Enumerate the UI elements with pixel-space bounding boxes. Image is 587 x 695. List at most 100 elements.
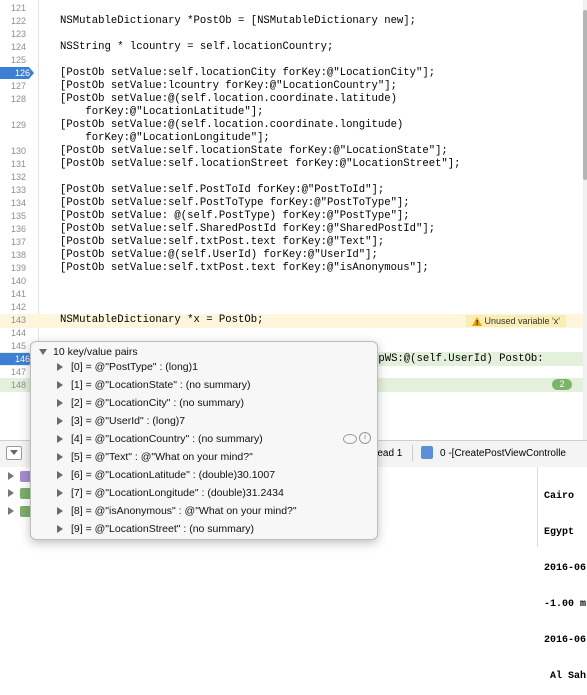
line-number[interactable]: 130 (0, 145, 26, 158)
line-number[interactable]: 133 (0, 184, 26, 197)
disclosure-down-icon[interactable] (39, 349, 47, 356)
line-number[interactable]: 123 (0, 28, 26, 41)
code-line[interactable]: [PostOb setValue:@(self.UserId) forKey:@… (60, 249, 378, 262)
scroll-knob[interactable] (583, 10, 587, 180)
disclosure-icon[interactable] (57, 471, 63, 480)
line-number[interactable]: 136 (0, 223, 26, 236)
warning-icon: ! (472, 317, 482, 327)
code-line[interactable]: [PostOb setValue:self.locationState forK… (60, 145, 448, 158)
frame-label[interactable]: 0 -[CreatePostViewControlle (440, 448, 566, 459)
code-line[interactable]: [PostOb setValue:self.locationCity forKe… (60, 67, 435, 80)
popover-row-text: [5] = @"Text" : @"What on your mind?" (71, 451, 253, 463)
popover-row[interactable]: [4] = @"LocationCountry" : (no summary) (57, 431, 263, 447)
popover-row[interactable]: [0] = @"PostType" : (long)1 (57, 359, 198, 375)
editor-scrollbar[interactable] (583, 0, 587, 440)
code-line[interactable]: [PostOb setValue:lcountry forKey:@"Locat… (60, 80, 397, 93)
line-number[interactable]: 137 (0, 236, 26, 249)
popover-row-text: [7] = @"LocationLongitude" : (double)31.… (71, 487, 284, 499)
code-line[interactable]: forKey:@"LocationLatitude"]; (60, 106, 263, 119)
line-number[interactable]: 122 (0, 15, 26, 28)
line-number[interactable]: 129 (0, 119, 26, 132)
disclosure-icon[interactable] (57, 525, 63, 534)
code-line[interactable]: NSMutableDictionary *PostOb = [NSMutable… (60, 15, 416, 28)
thread-label[interactable]: read 1 (374, 448, 402, 459)
line-number[interactable]: 124 (0, 41, 26, 54)
popover-row-text: [4] = @"LocationCountry" : (no summary) (71, 433, 263, 445)
console-output[interactable]: Cairo Egypt 2016-06 -1.00 m 2016-06 Al S… (537, 467, 587, 682)
disclosure-icon[interactable] (8, 489, 14, 497)
code-line[interactable]: [PostOb setValue:self.txtPost.text forKe… (60, 262, 429, 275)
code-line[interactable]: [PostOb setValue:self.PostToType forKey:… (60, 197, 410, 210)
line-number[interactable]: 147 (0, 366, 26, 379)
console-line: -1.00 m (544, 599, 587, 610)
info-icon[interactable]: i (359, 432, 371, 444)
line-number[interactable]: 139 (0, 262, 26, 275)
popover-row[interactable]: [6] = @"LocationLatitude" : (double)30.1… (57, 467, 275, 483)
console-line: Egypt (544, 527, 575, 538)
popover-row-text: [3] = @"UserId" : (long)7 (71, 415, 186, 427)
disclosure-icon[interactable] (8, 507, 14, 515)
console-line: 2016-06 (544, 635, 587, 646)
disclosure-icon[interactable] (57, 453, 63, 462)
disclosure-icon[interactable] (57, 399, 63, 408)
disclosure-icon[interactable] (8, 472, 14, 480)
popover-row[interactable]: [2] = @"LocationCity" : (no summary) (57, 395, 244, 411)
popover-row[interactable]: [7] = @"LocationLongitude" : (double)31.… (57, 485, 284, 501)
thread-badge[interactable]: 2 (552, 379, 572, 390)
popover-header-label: 10 key/value pairs (53, 346, 138, 358)
line-number[interactable]: 142 (0, 301, 26, 314)
line-number[interactable]: 135 (0, 210, 26, 223)
code-line[interactable]: [PostOb setValue:@(self.location.coordin… (60, 93, 397, 106)
line-number[interactable]: 140 (0, 275, 26, 288)
popover-row[interactable]: [8] = @"isAnonymous" : @"What on your mi… (57, 503, 297, 519)
popover-row-text: [9] = @"LocationStreet" : (no summary) (71, 523, 254, 535)
warning-badge[interactable]: ! Unused variable 'x' (466, 315, 566, 327)
line-number[interactable]: 125 (0, 54, 26, 67)
line-number[interactable]: 143! (0, 314, 26, 327)
code-line[interactable]: ipWS:@(self.UserId) PostOb: (372, 353, 544, 366)
code-line[interactable]: forKey:@"LocationLongitude"]; (60, 132, 269, 145)
disclosure-icon[interactable] (57, 417, 63, 426)
code-line[interactable]: NSMutableDictionary *x = PostOb; (60, 314, 263, 327)
disclosure-icon[interactable] (57, 489, 63, 498)
line-number[interactable]: 127 (0, 80, 26, 93)
popover-row[interactable]: [9] = @"LocationStreet" : (no summary) (57, 521, 254, 537)
line-number[interactable]: 145 (0, 340, 26, 353)
popover-row-text: [8] = @"isAnonymous" : @"What on your mi… (71, 505, 297, 517)
code-line[interactable]: [PostOb setValue:self.SharedPostId forKe… (60, 223, 435, 236)
line-number[interactable]: 128 (0, 93, 26, 106)
disclosure-icon[interactable] (57, 435, 63, 444)
breakpoint-current-marker[interactable]: 146 (0, 353, 34, 365)
line-number[interactable]: 134 (0, 197, 26, 210)
line-number[interactable]: 131 (0, 158, 26, 171)
code-line[interactable]: [PostOb setValue:self.txtPost.text forKe… (60, 236, 384, 249)
code-line[interactable]: NSString * lcountry = self.locationCount… (60, 41, 333, 54)
line-number[interactable]: 138 (0, 249, 26, 262)
code-line[interactable]: [PostOb setValue:self.locationStreet for… (60, 158, 461, 171)
disclosure-icon[interactable] (57, 363, 63, 372)
popover-row-text: [0] = @"PostType" : (long)1 (71, 361, 198, 373)
breakpoint-marker[interactable]: 126 (0, 67, 34, 79)
disclosure-icon[interactable] (57, 507, 63, 516)
hide-debug-area-button[interactable] (6, 446, 22, 460)
popover-row[interactable]: [1] = @"LocationState" : (no summary) (57, 377, 250, 393)
quick-look-icon[interactable] (343, 434, 357, 444)
warning-text: Unused variable 'x' (484, 316, 560, 326)
code-line[interactable]: [PostOb setValue:self.PostToId forKey:@"… (60, 184, 384, 197)
disclosure-icon[interactable] (57, 381, 63, 390)
popover-header[interactable]: 10 key/value pairs (39, 345, 138, 359)
line-number[interactable]: 144 (0, 327, 26, 340)
line-number[interactable]: 148 (0, 379, 26, 392)
variable-popover[interactable]: 10 key/value pairs [0] = @"PostType" : (… (30, 341, 378, 540)
code-line[interactable]: [PostOb setValue: @(self.PostType) forKe… (60, 210, 410, 223)
line-number[interactable]: 121 (0, 2, 26, 15)
popover-row[interactable]: [3] = @"UserId" : (long)7 (57, 413, 185, 429)
divider (412, 445, 413, 461)
popover-row[interactable]: [5] = @"Text" : @"What on your mind?" (57, 449, 253, 465)
code-line[interactable]: [PostOb setValue:@(self.location.coordin… (60, 119, 403, 132)
popover-row-text: [1] = @"LocationState" : (no summary) (71, 379, 251, 391)
line-number[interactable]: 132 (0, 171, 26, 184)
console-line: 2016-06 (544, 563, 587, 574)
line-number[interactable]: 141 (0, 288, 26, 301)
popover-row-text: [6] = @"LocationLatitude" : (double)30.1… (71, 469, 276, 481)
